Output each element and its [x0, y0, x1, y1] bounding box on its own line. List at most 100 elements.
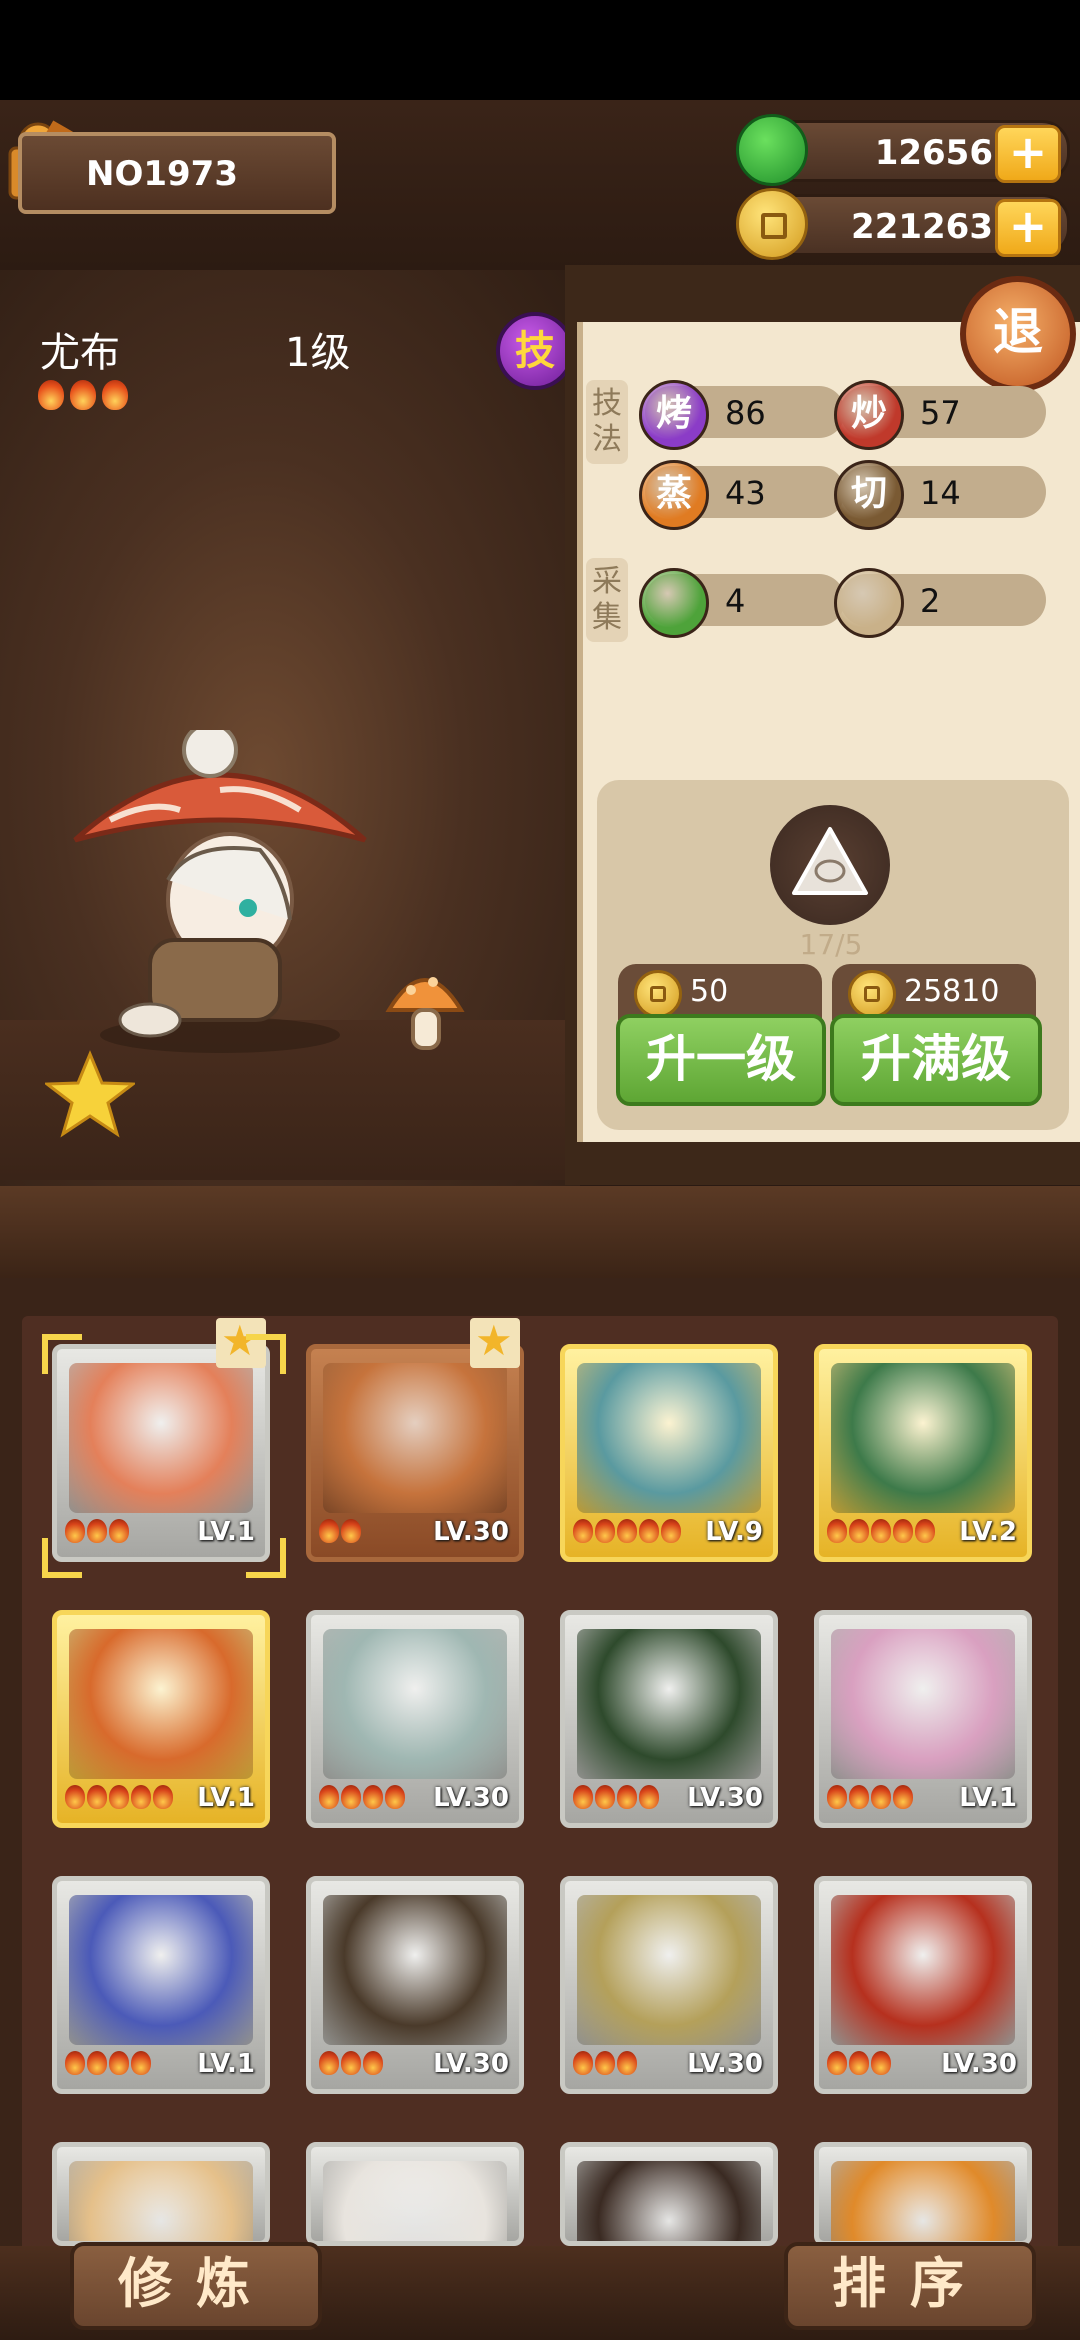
cabbage-icon: [639, 568, 709, 638]
flame-icon: [70, 380, 96, 410]
flame-icon: [363, 1785, 383, 1809]
flame-icon: [38, 380, 64, 410]
flame-rating: [827, 1519, 937, 1547]
upgrade-max-button[interactable]: 升满级: [830, 1014, 1042, 1106]
flame-rating: [827, 1785, 915, 1813]
hero-card[interactable]: LV.30: [814, 1876, 1032, 2094]
bug-material-icon: [770, 805, 890, 925]
hero-portrait: [69, 1363, 253, 1513]
shelf-divider: [0, 1186, 1080, 1278]
sort-button[interactable]: 排序: [784, 2242, 1036, 2330]
hero-card-level: LV.9: [705, 1517, 763, 1547]
hero-card[interactable]: LV.9: [560, 1344, 778, 1562]
hero-card[interactable]: LV.1: [52, 1610, 270, 1828]
hero-card[interactable]: LV.1: [814, 1610, 1032, 1828]
flame-icon: [131, 1785, 151, 1809]
flame-rating: [319, 1519, 363, 1547]
hero-portrait: [69, 1895, 253, 2045]
flame-icon: [109, 1519, 129, 1543]
hero-name: 尤布: [40, 330, 120, 376]
stat-value: 4: [725, 582, 746, 620]
hero-card-level: LV.1: [197, 2049, 255, 2079]
hero-card[interactable]: LV.30: [306, 1876, 524, 2094]
flame-icon: [639, 1519, 659, 1543]
status-bar: [0, 0, 1080, 100]
hero-card[interactable]: LV.30: [306, 1610, 524, 1828]
upgrade-max-cost: 25810: [832, 964, 1036, 1020]
stat-value: 57: [920, 394, 961, 432]
upgrade-one-cost-value: 50: [690, 974, 729, 1009]
flame-icon: [153, 1785, 173, 1809]
flame-icon: [893, 1785, 913, 1809]
hero-flame-rating: [38, 380, 134, 414]
hero-card-level: LV.30: [433, 2049, 509, 2079]
hero-card[interactable]: LV.30: [560, 1876, 778, 2094]
flame-icon: [827, 1519, 847, 1543]
hero-card[interactable]: LV.2: [814, 1344, 1032, 1562]
flame-rating: [573, 2051, 639, 2079]
stat-item: 蒸 43: [639, 460, 845, 530]
flame-icon: [102, 380, 128, 410]
flame-rating: [827, 2051, 893, 2079]
flame-icon: [65, 1785, 85, 1809]
hero-portrait: [831, 1363, 1015, 1513]
hero-portrait: [69, 1629, 253, 1779]
hero-card[interactable]: LV.1: [52, 1344, 270, 1562]
hero-card-level: LV.30: [433, 1783, 509, 1813]
flame-icon: [319, 2051, 339, 2075]
selection-bracket: [42, 1538, 82, 1578]
hero-portrait: [323, 2161, 507, 2241]
flame-icon: [109, 1785, 129, 1809]
hero-card[interactable]: LV.30: [306, 1344, 524, 1562]
hero-portrait: [831, 2161, 1015, 2241]
stat-item: 炒 57: [834, 380, 1046, 450]
flame-icon: [131, 2051, 151, 2075]
coin-icon: [848, 970, 896, 1018]
flame-rating: [319, 1785, 407, 1813]
hero-card[interactable]: [306, 2142, 524, 2246]
hero-card[interactable]: LV.30: [560, 1610, 778, 1828]
gather-label: 采集: [586, 558, 628, 642]
hero-card-level: LV.30: [433, 1517, 509, 1547]
exit-button[interactable]: 退: [960, 270, 1076, 392]
upgrade-one-cost: 50: [618, 964, 822, 1020]
favorite-star-icon[interactable]: [45, 1050, 135, 1140]
coin-amount: 221263: [851, 207, 993, 247]
add-jade-button[interactable]: +: [995, 125, 1061, 183]
flame-icon: [617, 1785, 637, 1809]
upgrade-max-cost-value: 25810: [904, 974, 1000, 1009]
stat-skill-icon: 切: [834, 460, 904, 530]
exit-label: 退: [960, 276, 1076, 392]
flame-icon: [595, 1785, 615, 1809]
flame-icon: [849, 1785, 869, 1809]
flame-icon: [65, 2051, 85, 2075]
player-id-plate[interactable]: NO1973: [18, 132, 336, 214]
flame-icon: [87, 2051, 107, 2075]
material-count: 17/5: [799, 928, 863, 961]
hero-card[interactable]: LV.1: [52, 1876, 270, 2094]
stat-value: 86: [725, 394, 766, 432]
flame-icon: [617, 2051, 637, 2075]
add-coins-button[interactable]: +: [995, 199, 1061, 257]
flame-icon: [595, 2051, 615, 2075]
hero-card-level: LV.1: [197, 1783, 255, 1813]
hero-card[interactable]: [814, 2142, 1032, 2246]
favorite-star-icon: [470, 1316, 520, 1368]
selection-bracket: [246, 1334, 286, 1374]
player-id: NO1973: [86, 154, 238, 194]
upgrade-one-button[interactable]: 升一级: [616, 1014, 826, 1106]
flame-icon: [87, 1785, 107, 1809]
flame-icon: [827, 1785, 847, 1809]
hero-card-level: LV.2: [959, 1517, 1017, 1547]
hero-card[interactable]: [52, 2142, 270, 2246]
flame-rating: [573, 1519, 683, 1547]
skill-button[interactable]: 技: [496, 312, 574, 390]
flame-icon: [595, 1519, 615, 1543]
train-button[interactable]: 修炼: [70, 2242, 322, 2330]
hero-portrait: [831, 1629, 1015, 1779]
coin-icon: [634, 970, 682, 1018]
flame-icon: [617, 1519, 637, 1543]
hero-card[interactable]: [560, 2142, 778, 2246]
stat-value: 14: [920, 474, 961, 512]
flame-icon: [87, 1519, 107, 1543]
